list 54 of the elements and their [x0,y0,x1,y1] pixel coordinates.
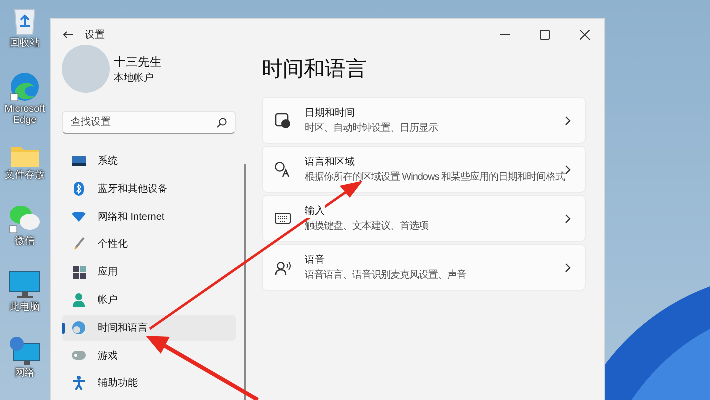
folder-icon [10,144,40,168]
monitor-icon [9,270,41,300]
sidebar-item[interactable]: 系统 [62,148,236,174]
settings-card[interactable]: 语言和区域 根据你所在的区域设置 Windows 和某些应用的日期和时间格式 [262,146,586,193]
monitor-icon [72,156,86,166]
speaking-person-icon [274,260,291,274]
settings-card[interactable]: 语音 语音语言、语音识别麦克风设置、声音 [262,244,586,291]
card-description: 时区、自动时钟设置、日历显示 [304,122,440,135]
window-title: 设置 [85,28,106,42]
sidebar-item[interactable]: 时间和语言 [62,314,236,341]
brush-icon [73,237,85,252]
apps-icon [72,266,86,279]
chat-bubbles-icon [9,204,41,234]
sidebar-item[interactable]: 网络和 Internet [62,204,236,230]
settings-card[interactable]: 输入 触摸键盘、文本建议、首选项 [262,195,586,242]
browser-icon [10,72,40,102]
sidebar-item[interactable]: 应用 [62,259,236,286]
accessibility-icon [73,376,85,390]
sidebar-item[interactable]: 蓝牙和其他设备 [62,176,236,202]
person-icon [73,292,85,307]
scrollbar[interactable] [244,164,246,400]
sidebar-item[interactable]: 游戏 [62,342,236,369]
settings-card[interactable]: 日期和时间 时区、自动时钟设置、日历显示 [262,97,586,144]
page-title: 时间和语言 [262,57,368,83]
keyboard-icon [274,213,291,224]
card-description: 语音语言、语音识别麦克风设置、声音 [304,268,468,282]
card-title: 语言和区域 [304,155,355,169]
sidebar-item[interactable]: 个性化 [62,231,236,258]
search-icon [216,118,227,128]
sidebar-item[interactable]: 帐户 [62,286,236,313]
account-type: 本地帐户 [114,72,155,84]
selection-indicator [62,322,65,334]
chevron-right-icon [565,116,571,126]
card-title: 日期和时间 [304,106,355,120]
card-title: 输入 [304,204,325,218]
search-field[interactable]: 查找设置 [62,111,236,134]
card-title: 语音 [304,253,325,267]
card-description: 根据你所在的区域设置 Windows 和某些应用的日期和时间格式 [304,170,565,184]
chevron-right-icon [565,214,571,224]
back-arrow-icon[interactable] [63,31,73,39]
language-icon [274,162,291,178]
sidebar-item[interactable]: 辅助功能 [62,370,236,396]
user-name: 十三先生 [114,54,162,70]
close-icon[interactable] [580,30,590,40]
network-monitor-icon [9,336,41,366]
calendar-clock-icon [274,112,291,128]
globe-clock-icon [72,320,86,335]
chevron-right-icon [565,164,571,174]
card-description: 触摸键盘、文本建议、首选项 [304,220,430,233]
controller-icon [72,350,86,361]
wifi-icon [72,212,86,222]
maximize-icon[interactable] [540,30,550,40]
bluetooth-icon [74,182,84,196]
chevron-right-icon [565,262,571,272]
